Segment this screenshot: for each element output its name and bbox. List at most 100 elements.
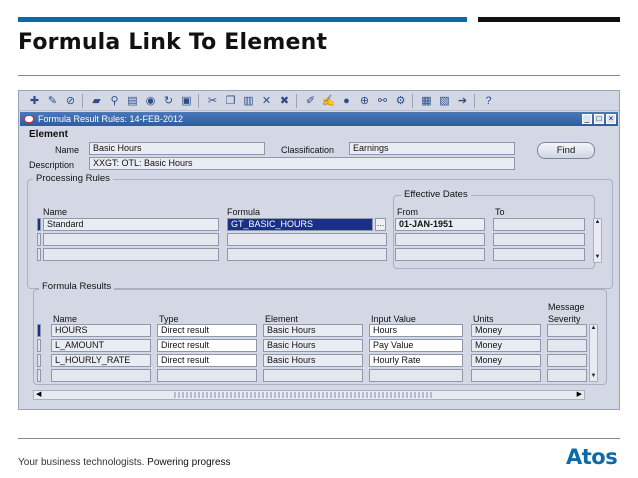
zoom-icon[interactable]: ● bbox=[339, 94, 354, 108]
input-value-cell[interactable]: Hourly Rate bbox=[369, 354, 463, 367]
type-cell[interactable] bbox=[157, 369, 257, 382]
formula-cell[interactable]: GT_BASIC_HOURS bbox=[227, 218, 373, 231]
footer-divider bbox=[18, 438, 620, 439]
element-cell[interactable]: Basic Hours bbox=[263, 339, 363, 352]
refresh-icon[interactable]: ↻ bbox=[161, 94, 176, 108]
rule-name-cell[interactable] bbox=[43, 233, 219, 246]
description-field[interactable]: XXGT: OTL: Basic Hours bbox=[89, 157, 515, 170]
scroll-thumb[interactable] bbox=[174, 392, 434, 398]
type-cell[interactable]: Direct result bbox=[157, 354, 257, 367]
save-icon[interactable]: ◉ bbox=[143, 94, 158, 108]
clear-record-icon[interactable]: ✕ bbox=[259, 94, 274, 108]
to-date-cell[interactable] bbox=[493, 233, 585, 246]
help-icon[interactable]: ? bbox=[481, 94, 496, 108]
severity-cell[interactable] bbox=[547, 354, 587, 367]
result-name-header: Name bbox=[53, 314, 78, 324]
scroll-down-icon[interactable]: ▼ bbox=[590, 373, 597, 379]
element-heading: Element bbox=[29, 129, 68, 140]
exit-icon[interactable]: ➔ bbox=[455, 94, 470, 108]
result-name-cell[interactable]: L_HOURLY_RATE bbox=[51, 354, 151, 367]
scroll-down-icon[interactable]: ▼ bbox=[594, 254, 601, 260]
input-value-cell[interactable]: Hours bbox=[369, 324, 463, 337]
rule-name-cell[interactable] bbox=[43, 248, 219, 261]
row-indicator[interactable] bbox=[37, 233, 41, 246]
scroll-up-icon[interactable]: ▲ bbox=[590, 325, 597, 331]
message-header: Message bbox=[548, 302, 585, 312]
copy-icon[interactable]: ❐ bbox=[223, 94, 238, 108]
classification-field[interactable]: Earnings bbox=[349, 142, 515, 155]
formula-cell[interactable] bbox=[227, 248, 387, 261]
form-window-icon bbox=[24, 115, 34, 123]
print-icon[interactable]: ▤ bbox=[125, 94, 140, 108]
from-date-cell[interactable] bbox=[395, 233, 485, 246]
tools-icon[interactable]: ✎ bbox=[45, 94, 60, 108]
severity-cell[interactable] bbox=[547, 369, 587, 382]
attachment-icon[interactable]: ⊕ bbox=[357, 94, 372, 108]
severity-cell[interactable] bbox=[547, 324, 587, 337]
translation-icon[interactable]: ✍ bbox=[321, 94, 336, 108]
type-cell[interactable]: Direct result bbox=[157, 324, 257, 337]
folder-tools-icon[interactable]: ⚙ bbox=[393, 94, 408, 108]
row-indicator[interactable] bbox=[37, 339, 41, 352]
oracle-forms-window: ✚ ✎ ⊘ ▰ ⚲ ▤ ◉ ↻ ▣ ✂ ❐ ▥ ✕ ✖ ✐ ✍ ● ⊕ ⚯ ⚙ … bbox=[18, 90, 620, 410]
units-cell[interactable]: Money bbox=[471, 354, 541, 367]
formula-results-scrollbar[interactable]: ▲ ▼ bbox=[589, 324, 598, 382]
to-date-cell[interactable] bbox=[493, 248, 585, 261]
scroll-right-icon[interactable]: ▶ bbox=[577, 390, 582, 398]
units-cell[interactable]: Money bbox=[471, 324, 541, 337]
processing-rules-scrollbar[interactable]: ▲ ▼ bbox=[593, 218, 602, 263]
toolbar-separator bbox=[198, 94, 199, 108]
result-name-cell[interactable]: L_AMOUNT bbox=[51, 339, 151, 352]
paste-icon[interactable]: ▥ bbox=[241, 94, 256, 108]
open-folder-icon[interactable]: ▰ bbox=[89, 94, 104, 108]
severity-cell[interactable] bbox=[547, 339, 587, 352]
scroll-left-icon[interactable]: ◀ bbox=[36, 390, 41, 398]
cut-icon[interactable]: ✂ bbox=[205, 94, 220, 108]
atos-logo: Atos bbox=[566, 445, 618, 469]
element-cell[interactable] bbox=[263, 369, 363, 382]
result-name-cell[interactable] bbox=[51, 369, 151, 382]
result-name-cell[interactable]: HOURS bbox=[51, 324, 151, 337]
element-name-field[interactable]: Basic Hours bbox=[89, 142, 265, 155]
toolbar-separator bbox=[474, 94, 475, 108]
window-icon[interactable]: ▧ bbox=[437, 94, 452, 108]
formula-cell[interactable] bbox=[227, 233, 387, 246]
row-indicator[interactable] bbox=[37, 354, 41, 367]
calendar-icon[interactable]: ▦ bbox=[419, 94, 434, 108]
top-accent-bar-dark bbox=[478, 17, 620, 22]
row-indicator[interactable] bbox=[37, 248, 41, 261]
formula-lov-button[interactable]: … bbox=[375, 218, 386, 231]
row-indicator[interactable] bbox=[37, 324, 41, 337]
input-value-cell[interactable]: Pay Value bbox=[369, 339, 463, 352]
flashlight-icon[interactable]: ⚲ bbox=[107, 94, 122, 108]
form-title: Formula Result Rules: 14-FEB-2012 bbox=[38, 114, 184, 124]
rule-name-cell[interactable]: Standard bbox=[43, 218, 219, 231]
type-cell[interactable]: Direct result bbox=[157, 339, 257, 352]
slide-title: Formula Link To Element bbox=[18, 30, 328, 55]
scroll-up-icon[interactable]: ▲ bbox=[594, 219, 601, 225]
units-cell[interactable] bbox=[471, 369, 541, 382]
paperclip-icon[interactable]: ⚯ bbox=[375, 94, 390, 108]
horizontal-scrollbar[interactable]: ◀ ▶ bbox=[33, 390, 585, 400]
element-header: Element bbox=[265, 314, 299, 324]
minimize-icon[interactable]: _ bbox=[582, 114, 592, 124]
navigate-icon[interactable]: ⊘ bbox=[63, 94, 78, 108]
from-date-cell[interactable]: 01-JAN-1951 bbox=[395, 218, 485, 231]
row-indicator[interactable] bbox=[37, 369, 41, 382]
element-cell[interactable]: Basic Hours bbox=[263, 354, 363, 367]
units-cell[interactable]: Money bbox=[471, 339, 541, 352]
close-icon[interactable]: × bbox=[606, 114, 616, 124]
to-date-cell[interactable] bbox=[493, 218, 585, 231]
export-icon[interactable]: ▣ bbox=[179, 94, 194, 108]
input-value-cell[interactable] bbox=[369, 369, 463, 382]
row-indicator[interactable] bbox=[37, 218, 41, 231]
maximize-icon[interactable]: □ bbox=[594, 114, 604, 124]
from-header: From bbox=[397, 207, 418, 217]
footer-tagline: Your business technologists. Powering pr… bbox=[18, 457, 231, 468]
find-button[interactable]: Find bbox=[537, 142, 595, 159]
delete-icon[interactable]: ✖ bbox=[277, 94, 292, 108]
edit-field-icon[interactable]: ✐ bbox=[303, 94, 318, 108]
element-cell[interactable]: Basic Hours bbox=[263, 324, 363, 337]
new-icon[interactable]: ✚ bbox=[27, 94, 42, 108]
from-date-cell[interactable] bbox=[395, 248, 485, 261]
